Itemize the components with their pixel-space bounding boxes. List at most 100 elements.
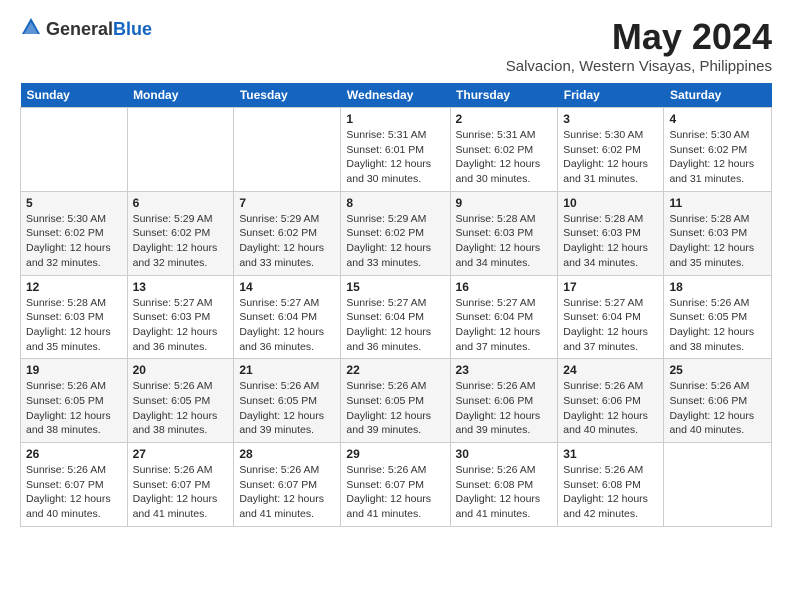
location-subtitle: Salvacion, Western Visayas, Philippines xyxy=(506,58,772,75)
calendar-day-cell: 13Sunrise: 5:27 AMSunset: 6:03 PMDayligh… xyxy=(127,275,234,359)
calendar-day-cell: 15 Sunrise: 5:27 AMSunset: 6:04 PMDayligh… xyxy=(341,275,450,359)
calendar-day-cell: 10 Sunrise: 5:28 AMSunset: 6:03 PMDayligh… xyxy=(558,191,664,275)
day-info: Sunrise: 5:26 AMSunset: 6:05 PMDaylight:… xyxy=(239,379,335,438)
day-info: Sunrise: 5:26 AMSunset: 6:07 PMDaylight:… xyxy=(133,463,229,522)
day-number: 15 xyxy=(346,280,444,294)
day-info: Sunrise: 5:28 AMSunset: 6:03 PMDaylight:… xyxy=(563,212,658,271)
day-number: 1 xyxy=(346,112,444,126)
empty-day-cell xyxy=(127,108,234,192)
day-number: 13 xyxy=(133,280,229,294)
col-header-friday: Friday xyxy=(558,83,664,108)
calendar-day-cell: 7 Sunrise: 5:29 AMSunset: 6:02 PMDaylight… xyxy=(234,191,341,275)
day-number: 16 xyxy=(456,280,553,294)
day-info: Sunrise: 5:26 AMSunset: 6:07 PMDaylight:… xyxy=(239,463,335,522)
calendar-day-cell: 21Sunrise: 5:26 AMSunset: 6:05 PMDayligh… xyxy=(234,359,341,443)
day-number: 23 xyxy=(456,363,553,377)
col-header-wednesday: Wednesday xyxy=(341,83,450,108)
day-info: Sunrise: 5:31 AMSunset: 6:01 PMDaylight:… xyxy=(346,128,444,187)
day-number: 22 xyxy=(346,363,444,377)
empty-day-cell xyxy=(664,443,772,527)
day-number: 17 xyxy=(563,280,658,294)
calendar-table: SundayMondayTuesdayWednesdayThursdayFrid… xyxy=(20,83,772,527)
calendar-day-cell: 1 Sunrise: 5:31 AMSunset: 6:01 PMDaylight… xyxy=(341,108,450,192)
day-number: 11 xyxy=(669,196,766,210)
day-number: 18 xyxy=(669,280,766,294)
calendar-day-cell: 28 Sunrise: 5:26 AMSunset: 6:07 PMDayligh… xyxy=(234,443,341,527)
col-header-saturday: Saturday xyxy=(664,83,772,108)
day-info: Sunrise: 5:26 AMSunset: 6:08 PMDaylight:… xyxy=(563,463,658,522)
calendar-day-cell: 20 Sunrise: 5:26 AMSunset: 6:05 PMDayligh… xyxy=(127,359,234,443)
day-info: Sunrise: 5:27 AMSunset: 6:04 PMDaylight:… xyxy=(563,296,658,355)
day-info: Sunrise: 5:27 AMSunset: 6:04 PMDaylight:… xyxy=(239,296,335,355)
day-info: Sunrise: 5:26 AMSunset: 6:06 PMDaylight:… xyxy=(563,379,658,438)
empty-day-cell xyxy=(21,108,128,192)
day-number: 28 xyxy=(239,447,335,461)
day-number: 8 xyxy=(346,196,444,210)
day-number: 19 xyxy=(26,363,122,377)
logo-blue-text: Blue xyxy=(113,19,152,39)
day-info: Sunrise: 5:30 AMSunset: 6:02 PMDaylight:… xyxy=(563,128,658,187)
day-info: Sunrise: 5:26 AMSunset: 6:08 PMDaylight:… xyxy=(456,463,553,522)
day-info: Sunrise: 5:26 AMSunset: 6:07 PMDaylight:… xyxy=(26,463,122,522)
calendar-day-cell: 29 Sunrise: 5:26 AMSunset: 6:07 PMDayligh… xyxy=(341,443,450,527)
day-number: 27 xyxy=(133,447,229,461)
day-info: Sunrise: 5:26 AMSunset: 6:05 PMDaylight:… xyxy=(133,379,229,438)
calendar-header-row: SundayMondayTuesdayWednesdayThursdayFrid… xyxy=(21,83,772,108)
day-number: 9 xyxy=(456,196,553,210)
day-info: Sunrise: 5:28 AMSunset: 6:03 PMDaylight:… xyxy=(26,296,122,355)
day-number: 25 xyxy=(669,363,766,377)
calendar-body: 1 Sunrise: 5:31 AMSunset: 6:01 PMDaylight… xyxy=(21,108,772,527)
day-number: 5 xyxy=(26,196,122,210)
col-header-sunday: Sunday xyxy=(21,83,128,108)
calendar-day-cell: 18Sunrise: 5:26 AMSunset: 6:05 PMDayligh… xyxy=(664,275,772,359)
day-number: 29 xyxy=(346,447,444,461)
day-info: Sunrise: 5:29 AMSunset: 6:02 PMDaylight:… xyxy=(133,212,229,271)
calendar-day-cell: 8 Sunrise: 5:29 AMSunset: 6:02 PMDaylight… xyxy=(341,191,450,275)
logo-general-text: General xyxy=(46,19,113,39)
calendar-day-cell: 2Sunrise: 5:31 AMSunset: 6:02 PMDaylight… xyxy=(450,108,558,192)
day-info: Sunrise: 5:27 AMSunset: 6:04 PMDaylight:… xyxy=(346,296,444,355)
day-number: 4 xyxy=(669,112,766,126)
day-info: Sunrise: 5:30 AMSunset: 6:02 PMDaylight:… xyxy=(26,212,122,271)
calendar-day-cell: 22 Sunrise: 5:26 AMSunset: 6:05 PMDayligh… xyxy=(341,359,450,443)
day-number: 26 xyxy=(26,447,122,461)
calendar-day-cell: 9Sunrise: 5:28 AMSunset: 6:03 PMDaylight… xyxy=(450,191,558,275)
calendar-week-row: 19 Sunrise: 5:26 AMSunset: 6:05 PMDayligh… xyxy=(21,359,772,443)
calendar-day-cell: 5 Sunrise: 5:30 AMSunset: 6:02 PMDaylight… xyxy=(21,191,128,275)
calendar-day-cell: 17 Sunrise: 5:27 AMSunset: 6:04 PMDayligh… xyxy=(558,275,664,359)
day-info: Sunrise: 5:26 AMSunset: 6:05 PMDaylight:… xyxy=(26,379,122,438)
day-number: 7 xyxy=(239,196,335,210)
day-number: 20 xyxy=(133,363,229,377)
day-number: 10 xyxy=(563,196,658,210)
calendar-day-cell: 24 Sunrise: 5:26 AMSunset: 6:06 PMDayligh… xyxy=(558,359,664,443)
calendar-day-cell: 19 Sunrise: 5:26 AMSunset: 6:05 PMDayligh… xyxy=(21,359,128,443)
day-number: 14 xyxy=(239,280,335,294)
day-number: 2 xyxy=(456,112,553,126)
day-number: 12 xyxy=(26,280,122,294)
calendar-day-cell: 16 Sunrise: 5:27 AMSunset: 6:04 PMDayligh… xyxy=(450,275,558,359)
col-header-tuesday: Tuesday xyxy=(234,83,341,108)
day-info: Sunrise: 5:26 AMSunset: 6:05 PMDaylight:… xyxy=(346,379,444,438)
calendar-week-row: 12 Sunrise: 5:28 AMSunset: 6:03 PMDayligh… xyxy=(21,275,772,359)
day-info: Sunrise: 5:26 AMSunset: 6:06 PMDaylight:… xyxy=(669,379,766,438)
calendar-day-cell: 3 Sunrise: 5:30 AMSunset: 6:02 PMDaylight… xyxy=(558,108,664,192)
day-info: Sunrise: 5:29 AMSunset: 6:02 PMDaylight:… xyxy=(239,212,335,271)
calendar-day-cell: 27 Sunrise: 5:26 AMSunset: 6:07 PMDayligh… xyxy=(127,443,234,527)
calendar-day-cell: 11Sunrise: 5:28 AMSunset: 6:03 PMDayligh… xyxy=(664,191,772,275)
calendar-day-cell: 31 Sunrise: 5:26 AMSunset: 6:08 PMDayligh… xyxy=(558,443,664,527)
day-number: 6 xyxy=(133,196,229,210)
empty-day-cell xyxy=(234,108,341,192)
calendar-day-cell: 4Sunrise: 5:30 AMSunset: 6:02 PMDaylight… xyxy=(664,108,772,192)
day-number: 24 xyxy=(563,363,658,377)
day-info: Sunrise: 5:27 AMSunset: 6:04 PMDaylight:… xyxy=(456,296,553,355)
day-info: Sunrise: 5:29 AMSunset: 6:02 PMDaylight:… xyxy=(346,212,444,271)
day-number: 31 xyxy=(563,447,658,461)
title-area: May 2024 Salvacion, Western Visayas, Phi… xyxy=(506,16,772,75)
day-info: Sunrise: 5:26 AMSunset: 6:07 PMDaylight:… xyxy=(346,463,444,522)
calendar-day-cell: 30Sunrise: 5:26 AMSunset: 6:08 PMDayligh… xyxy=(450,443,558,527)
col-header-monday: Monday xyxy=(127,83,234,108)
day-number: 3 xyxy=(563,112,658,126)
logo: GeneralBlue xyxy=(20,16,152,43)
month-title: May 2024 xyxy=(506,16,772,58)
day-info: Sunrise: 5:26 AMSunset: 6:06 PMDaylight:… xyxy=(456,379,553,438)
